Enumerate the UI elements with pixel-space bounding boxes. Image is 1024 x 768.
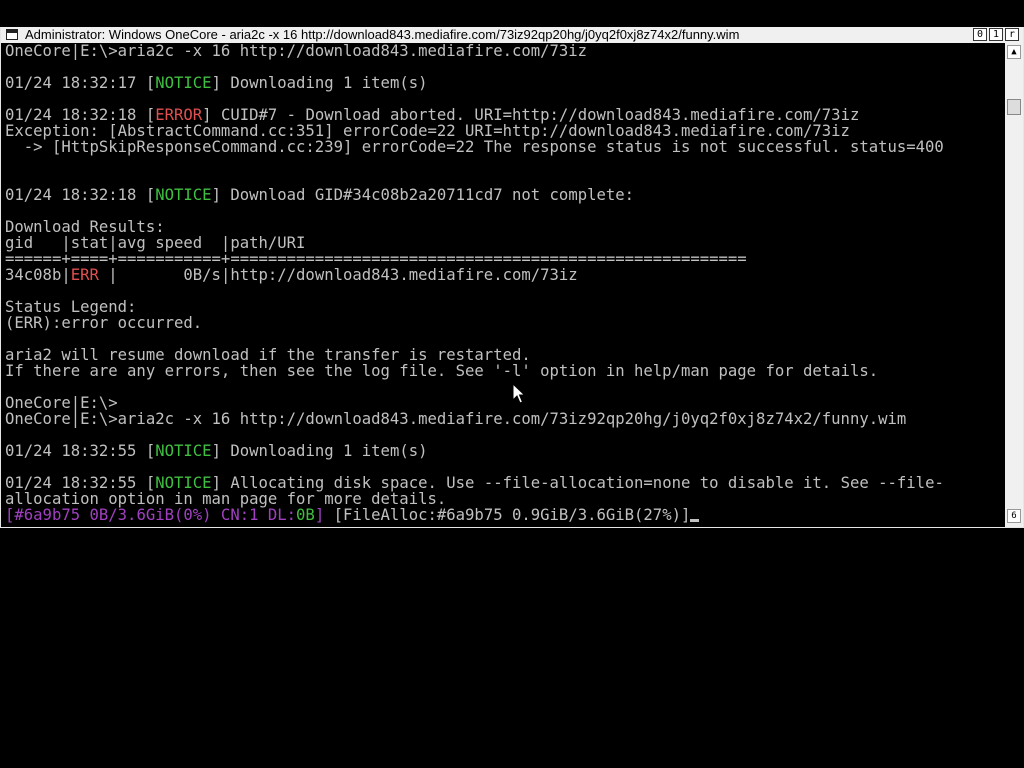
- console-line: OneCore|E:\>aria2c -x 16 http://download…: [5, 410, 907, 428]
- console-line: 01/24 18:32:17 [NOTICE] Downloading 1 it…: [5, 74, 428, 92]
- result-gid: 34c08b|: [5, 266, 71, 284]
- progress-status-line: [#6a9b75 0B/3.6GiB(0%) CN:1 DL:0B] [File…: [5, 506, 700, 524]
- console-line: OneCore|E:\>: [5, 394, 118, 412]
- timestamp: 01/24 18:32:18: [5, 186, 146, 204]
- text-cursor: [690, 519, 700, 522]
- console-line: 01/24 18:32:18 [NOTICE] Download GID#34c…: [5, 186, 635, 204]
- console-line: allocation option in man page for more d…: [5, 490, 447, 508]
- top-black-strip: [0, 0, 1024, 27]
- result-stat: ERR: [70, 266, 109, 284]
- console-line: 01/24 18:32:18 [ERROR] CUID#7 - Download…: [5, 106, 860, 124]
- timestamp: 01/24 18:32:55: [5, 442, 146, 460]
- console-line: (ERR):error occurred.: [5, 314, 203, 332]
- results-row: 34c08b|ERR | 0B/s|http://download843.med…: [5, 267, 578, 283]
- window-controls: 0 1 r: [973, 28, 1019, 41]
- message: Downloading 1 item(s): [220, 74, 428, 92]
- scroll-thumb[interactable]: [1007, 99, 1021, 115]
- console-app-icon[interactable]: [6, 29, 18, 40]
- console-line: 01/24 18:32:55 [NOTICE] Downloading 1 it…: [5, 442, 428, 460]
- title-bar[interactable]: Administrator: Windows OneCore - aria2c …: [1, 27, 1023, 43]
- notice-tag: NOTICE: [155, 186, 212, 204]
- console-line: aria2 will resume download if the transf…: [5, 346, 531, 364]
- results-separator: ======+====+===========+================…: [5, 250, 747, 268]
- console-output[interactable]: OneCore|E:\>aria2c -x 16 http://download…: [1, 43, 1004, 525]
- maximize-button[interactable]: 1: [989, 28, 1003, 41]
- status-alloc: [FileAlloc:#6a9b75 0.9GiB/3.6GiB(27%)]: [324, 506, 691, 524]
- timestamp: 01/24 18:32:17: [5, 74, 146, 92]
- console-line: Download Results:: [5, 218, 165, 236]
- status-dl: 0B: [296, 506, 315, 524]
- notice-tag: NOTICE: [155, 74, 212, 92]
- results-header: gid |stat|avg speed |path/URI: [5, 234, 306, 252]
- vertical-scrollbar[interactable]: ▲ 6: [1005, 43, 1023, 527]
- window-title: Administrator: Windows OneCore - aria2c …: [25, 27, 740, 42]
- notice-tag: NOTICE: [155, 442, 212, 460]
- console-line: If there are any errors, then see the lo…: [5, 362, 879, 380]
- console-window[interactable]: Administrator: Windows OneCore - aria2c …: [0, 27, 1024, 528]
- message: Downloading 1 item(s): [220, 442, 428, 460]
- console-line: Exception: [AbstractCommand.cc:351] erro…: [5, 122, 850, 140]
- close-button[interactable]: r: [1005, 28, 1019, 41]
- console-line: 01/24 18:32:55 [NOTICE] Allocating disk …: [5, 474, 944, 492]
- result-rest: | 0B/s|http://download843.mediafire.com/…: [108, 266, 578, 284]
- console-line: Status Legend:: [5, 298, 137, 316]
- mouse-cursor-icon: [512, 383, 526, 404]
- scroll-down-button[interactable]: 6: [1007, 509, 1021, 523]
- console-line: OneCore|E:\>aria2c -x 16 http://download…: [5, 43, 588, 60]
- console-line: -> [HttpSkipResponseCommand.cc:239] erro…: [5, 138, 944, 156]
- status-gid: #6a9b75 0B/3.6GiB(0%) CN:1 DL:: [14, 506, 297, 524]
- minimize-button[interactable]: 0: [973, 28, 987, 41]
- scroll-up-button[interactable]: ▲: [1007, 45, 1021, 59]
- message: Download GID#34c08b2a20711cd7 not comple…: [220, 186, 635, 204]
